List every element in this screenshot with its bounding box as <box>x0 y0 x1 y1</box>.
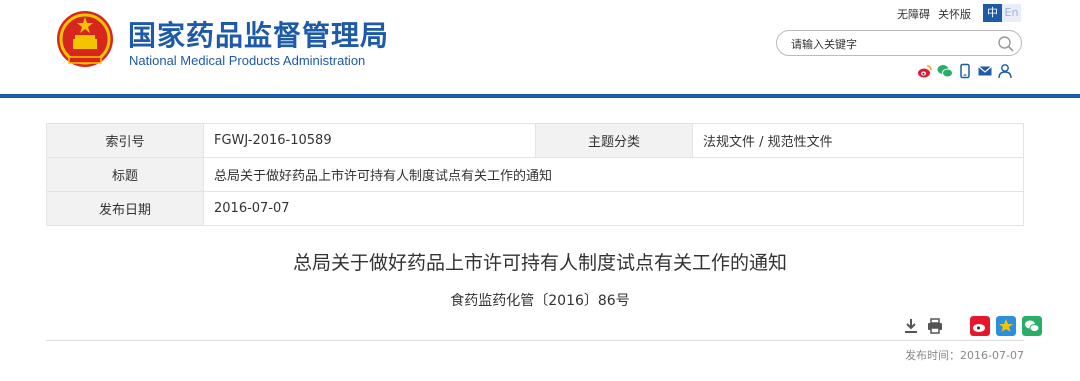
publish-time: 发布时间：2016-07-07 <box>905 349 1024 362</box>
site-name-en[interactable]: National Medical Products Administration <box>129 53 365 68</box>
search-box <box>776 30 1022 56</box>
table-row: 索引号 FGWJ-2016-10589 主题分类 法规文件 / 规范性文件 <box>46 123 1024 158</box>
wechat-icon[interactable] <box>937 63 953 79</box>
lang-cn-button[interactable]: 中 <box>983 4 1002 22</box>
mail-icon[interactable] <box>977 63 993 79</box>
share-favorite-icon[interactable] <box>996 316 1016 336</box>
site-name-cn[interactable]: 国家药品监督管理局 <box>128 14 389 54</box>
download-icon[interactable] <box>902 317 920 335</box>
site-header: 国家药品监督管理局 National Medical Products Admi… <box>0 0 1080 97</box>
category-value: 法规文件 / 规范性文件 <box>692 123 1024 158</box>
index-value: FGWJ-2016-10589 <box>203 123 536 158</box>
table-row: 标题 总局关于做好药品上市许可持有人制度试点有关工作的通知 <box>46 157 1024 192</box>
user-icon[interactable] <box>997 63 1013 79</box>
article-title: 总局关于做好药品上市许可持有人制度试点有关工作的通知 <box>292 252 787 274</box>
content-divider <box>46 340 1024 341</box>
table-row: 发布日期 2016-07-07 <box>46 191 1024 226</box>
print-icon[interactable] <box>926 317 944 335</box>
care-mode-link[interactable]: 关怀版 <box>938 6 971 22</box>
mobile-icon[interactable] <box>957 63 973 79</box>
search-input[interactable] <box>791 35 991 53</box>
document-metadata-table: 索引号 FGWJ-2016-10589 主题分类 法规文件 / 规范性文件 标题… <box>46 123 1024 226</box>
lang-en-button[interactable]: En <box>1002 4 1021 22</box>
date-value: 2016-07-07 <box>203 191 1024 226</box>
category-label: 主题分类 <box>535 123 693 158</box>
header-divider <box>0 94 1080 98</box>
document-number: 食药监药化管〔2016〕86号 <box>450 293 630 309</box>
social-icons <box>917 63 1013 79</box>
title-value: 总局关于做好药品上市许可持有人制度试点有关工作的通知 <box>203 157 1024 192</box>
top-links: 无障碍 关怀版 <box>897 6 971 22</box>
accessibility-link[interactable]: 无障碍 <box>897 6 930 22</box>
date-label: 发布日期 <box>46 191 204 226</box>
language-switcher: 中 En <box>983 4 1021 22</box>
national-emblem-icon <box>57 11 113 67</box>
title-label: 标题 <box>46 157 204 192</box>
weibo-icon[interactable] <box>917 63 933 79</box>
search-icon[interactable] <box>997 35 1015 53</box>
index-label: 索引号 <box>46 123 204 158</box>
share-weibo-icon[interactable] <box>970 316 990 336</box>
share-wechat-icon[interactable] <box>1022 316 1042 336</box>
article-tools <box>902 316 1042 336</box>
